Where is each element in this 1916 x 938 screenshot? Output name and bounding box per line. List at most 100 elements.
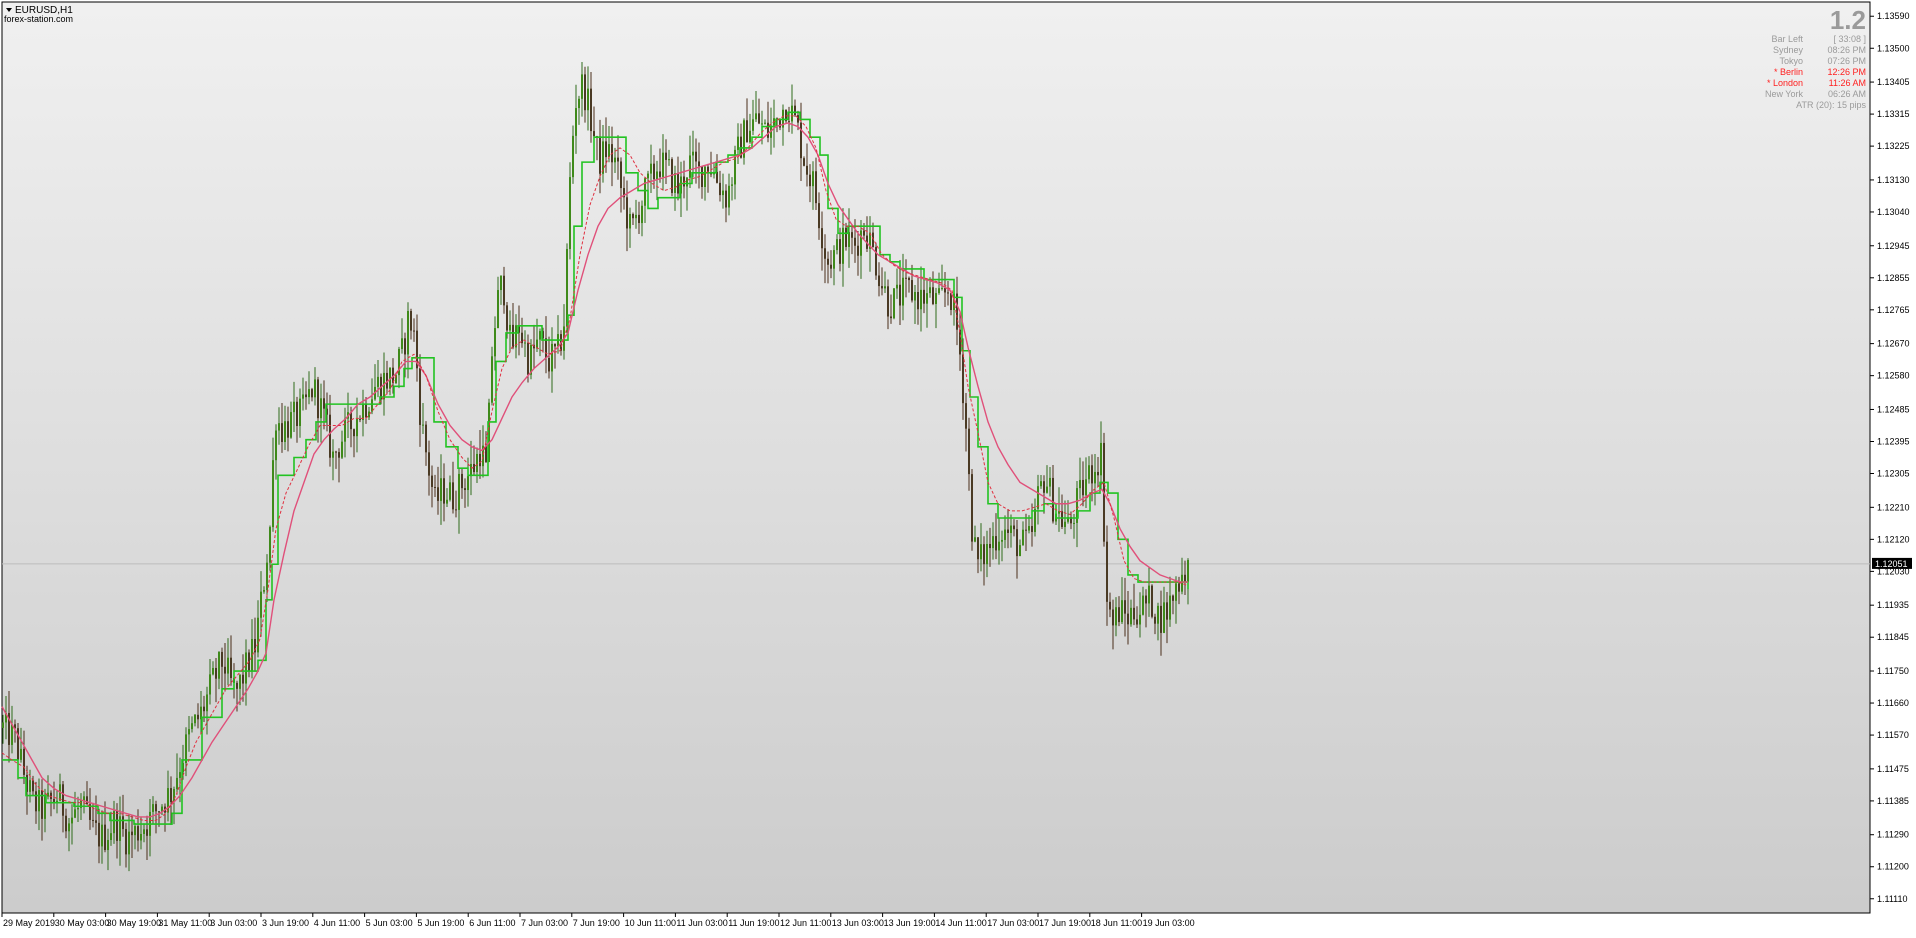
candle-body — [284, 421, 286, 443]
candle-body — [356, 419, 358, 437]
candle-body — [1109, 601, 1111, 610]
candle-body — [914, 292, 916, 301]
candle-body — [758, 113, 760, 124]
y-tick-label: 1.11200 — [1877, 862, 1909, 872]
candle-body — [677, 173, 679, 194]
candle-body — [95, 820, 97, 823]
candle-body — [731, 184, 733, 186]
candle-body — [314, 379, 316, 398]
y-tick-label: 1.12305 — [1877, 469, 1910, 479]
candle-body — [218, 651, 220, 679]
candle-body — [803, 158, 805, 166]
candle-body — [308, 389, 310, 398]
x-tick-label: 3 Jun 03:00 — [210, 918, 257, 928]
candle-body — [170, 788, 172, 803]
y-tick-label: 1.11845 — [1877, 632, 1909, 642]
candle-body — [704, 166, 706, 187]
candle-body — [698, 161, 700, 167]
candle-body — [911, 280, 913, 301]
candle-body — [275, 430, 277, 461]
candle-body — [620, 161, 622, 189]
candle-body — [944, 288, 946, 293]
x-tick-label: 31 May 11:00 — [158, 918, 212, 928]
candle-body — [917, 292, 919, 310]
x-tick-label: 29 May 2019 — [3, 918, 55, 928]
candle-body — [728, 185, 730, 208]
candle-body — [719, 182, 721, 196]
candle-body — [260, 591, 262, 618]
candle-body — [335, 451, 337, 453]
y-tick-label: 1.12395 — [1877, 436, 1910, 446]
candle-body — [1082, 479, 1084, 496]
candle-body — [173, 789, 175, 803]
candle-body — [929, 287, 931, 294]
candle-body — [272, 460, 274, 528]
candle-body — [212, 667, 214, 675]
candle-body — [479, 453, 481, 467]
x-tick-label: 17 Jun 03:00 — [987, 918, 1039, 928]
candle-body — [821, 228, 823, 249]
candle-body — [206, 694, 208, 712]
candle-body — [146, 829, 148, 836]
candle-body — [134, 826, 136, 836]
candle-body — [137, 826, 139, 841]
y-tick-label: 1.12580 — [1877, 371, 1910, 381]
candle-body — [923, 289, 925, 304]
candle-body — [857, 245, 859, 256]
candle-body — [578, 98, 580, 109]
candle-body — [1091, 465, 1093, 484]
candle-body — [1112, 609, 1114, 626]
candle-body — [110, 833, 112, 840]
candle-body — [524, 342, 526, 344]
x-tick-label: 11 Jun 19:00 — [728, 918, 779, 928]
candle-body — [476, 453, 478, 473]
candle-body — [125, 829, 127, 855]
candle-body — [833, 250, 835, 269]
candle-body — [1157, 605, 1159, 624]
candle-body — [932, 287, 934, 304]
chart-area[interactable]: 1.12051 1.13590 1.13500 1.13405 1.13315 1.13… — [0, 0, 1916, 933]
candle-body — [1019, 545, 1021, 557]
candle-body — [545, 338, 547, 359]
candle-body — [419, 368, 421, 425]
candle-body — [569, 177, 571, 250]
candle-body — [881, 286, 883, 289]
candle-body — [413, 330, 415, 332]
symbol-header[interactable]: EURUSD,H1 forex-station.com — [4, 5, 73, 24]
candle-body — [245, 652, 247, 684]
candle-body — [464, 488, 466, 491]
x-tick-label: 13 Jun 19:00 — [884, 918, 936, 928]
candle-body — [896, 284, 898, 289]
candle-body — [1163, 602, 1165, 633]
candle-body — [938, 288, 940, 294]
candle-body — [230, 657, 232, 679]
candle-body — [197, 714, 199, 720]
candle-body — [1004, 529, 1006, 540]
candle-body — [1187, 560, 1189, 582]
candle-body — [1151, 585, 1153, 617]
y-tick-label: 1.11750 — [1877, 666, 1909, 676]
candle-body — [35, 791, 37, 812]
candle-body — [203, 706, 205, 712]
candle-body — [428, 452, 430, 476]
candle-body — [902, 277, 904, 306]
candle-body — [638, 214, 640, 224]
candle-body — [224, 666, 226, 674]
info-big-value: 1.2 — [1830, 5, 1866, 35]
y-tick-label: 1.13590 — [1877, 11, 1910, 21]
candle-body — [209, 674, 211, 695]
candle-body — [1178, 583, 1180, 592]
info-row-value: 06:26 AM — [1828, 89, 1866, 99]
candle-body — [695, 151, 697, 162]
candle-body — [1148, 585, 1150, 604]
candle-body — [806, 165, 808, 175]
candle-body — [527, 342, 529, 375]
candle-body — [194, 714, 196, 724]
price-chart[interactable]: 1.12051 1.135901.135001.134051.133151.13… — [0, 0, 1916, 933]
candle-body — [1121, 600, 1123, 623]
x-tick-label: 5 Jun 03:00 — [366, 918, 413, 928]
candle-body — [1061, 511, 1063, 527]
candle-body — [299, 398, 301, 427]
candle-body — [467, 476, 469, 491]
candle — [1103, 432, 1105, 547]
